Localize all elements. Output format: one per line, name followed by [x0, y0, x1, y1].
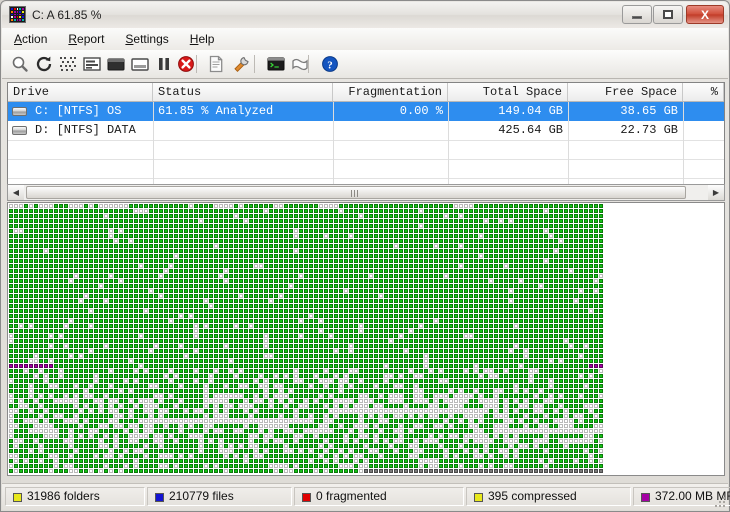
menu-item-label: eport [77, 32, 105, 46]
defragment-icon[interactable] [34, 54, 54, 74]
column-header-percent[interactable]: % [683, 83, 724, 101]
compact-icon[interactable] [130, 54, 150, 74]
status-panel-compressed-count: 395 compressed [466, 487, 631, 506]
legend-swatch-folders-count [13, 493, 22, 502]
column-divider [448, 102, 449, 193]
boot-scan-icon[interactable] [290, 54, 310, 74]
cluster-map[interactable] [9, 204, 604, 474]
minimize-button[interactable] [622, 5, 652, 24]
menu-bar: Action Report Settings Help [2, 28, 728, 51]
scrollbar-thumb[interactable] [26, 186, 686, 199]
column-divider [683, 102, 684, 193]
cell-percent [683, 102, 724, 121]
toolbar-separator [308, 55, 309, 73]
drive-list-hscrollbar[interactable]: ◀ ▶ [7, 184, 725, 201]
column-header-free[interactable]: Free Space [568, 83, 683, 101]
status-text-files-count: 210779 files [169, 489, 234, 503]
defrag-window: C: A 61.85 % X Action Report Settings Help … [0, 0, 730, 512]
report-icon[interactable] [206, 54, 226, 74]
close-icon: X [700, 7, 709, 22]
row-separator [8, 159, 724, 160]
drive-list[interactable]: Drive Status Fragmentation Total Space Free … [7, 82, 725, 194]
app-icon [9, 6, 26, 23]
legend-swatch-fragmented-count [302, 493, 311, 502]
window-title: C: A 61.85 % [32, 8, 102, 22]
drive-row[interactable]: D: [NTFS] DATA 425.64 GB 22.73 GB [8, 121, 724, 140]
stop-icon[interactable] [176, 54, 196, 74]
status-text-fragmented-count: 0 fragmented [316, 489, 387, 503]
maximize-button[interactable] [653, 5, 683, 24]
row-separator [8, 140, 724, 141]
menu-item-action[interactable]: Action [5, 28, 56, 50]
legend-swatch-compressed-count [474, 493, 483, 502]
status-panel-files-count: 210779 files [147, 487, 292, 506]
column-divider [568, 102, 569, 193]
menu-item-label: elp [198, 32, 215, 46]
svg-text:?: ? [327, 59, 333, 71]
cell-drive: C: [NTFS] OS [35, 104, 122, 118]
cluster-map-panel[interactable] [7, 202, 725, 476]
console-icon[interactable] [266, 54, 286, 74]
help-icon[interactable]: ? [320, 54, 340, 74]
toolbar-separator [254, 55, 255, 73]
cell-fragmentation: 0.00 % [399, 104, 443, 118]
column-header-total[interactable]: Total Space [448, 83, 568, 101]
column-divider [333, 102, 334, 193]
cell-total: 425.64 GB [498, 123, 563, 137]
cell-percent [683, 121, 724, 140]
cell-drive: D: [NTFS] DATA [35, 123, 136, 137]
column-header-drive[interactable]: Drive [8, 83, 153, 101]
quick-optimize-icon[interactable] [58, 54, 78, 74]
status-text-compressed-count: 395 compressed [488, 489, 577, 503]
hard-drive-icon [12, 107, 27, 116]
title-bar: C: A 61.85 % X [2, 2, 728, 29]
cell-free: 38.65 GB [620, 104, 678, 118]
column-header-status[interactable]: Status [153, 83, 333, 101]
toolbar: ? [2, 50, 728, 79]
toolbar-separator [196, 55, 197, 73]
cell-free: 22.73 GB [620, 123, 678, 137]
scroll-right-arrow-icon[interactable]: ▶ [708, 185, 724, 200]
menu-item-label: ction [22, 32, 48, 46]
drive-row[interactable]: C: [NTFS] OS 61.85 % Analyzed 0.00 % 149.04… [8, 102, 724, 121]
scrollbar-grip [351, 190, 361, 197]
mft-optimize-icon[interactable] [106, 54, 126, 74]
pause-icon[interactable] [154, 54, 174, 74]
drive-list-header: Drive Status Fragmentation Total Space Free … [8, 83, 724, 102]
settings-icon[interactable] [232, 54, 252, 74]
resize-grip[interactable] [715, 497, 726, 508]
status-text-folders-count: 31986 folders [27, 489, 100, 503]
status-panel-fragmented-count: 0 fragmented [294, 487, 464, 506]
column-header-fragmentation[interactable]: Fragmentation [333, 83, 448, 101]
close-button[interactable]: X [686, 5, 724, 24]
menu-item-report[interactable]: Report [59, 28, 113, 50]
legend-swatch-files-count [155, 493, 164, 502]
cell-status: 61.85 % Analyzed [158, 104, 274, 118]
cell-total: 149.04 GB [498, 104, 563, 118]
menu-mnemonic: R [68, 32, 78, 46]
status-panel-folders-count: 31986 folders [5, 487, 145, 506]
status-bar: 31986 folders 210779 files 0 fragmented 395… [2, 483, 730, 510]
column-divider [153, 102, 154, 193]
menu-mnemonic: A [14, 32, 23, 46]
hard-drive-icon [12, 126, 27, 135]
full-optimize-icon[interactable] [82, 54, 102, 74]
scroll-left-arrow-icon[interactable]: ◀ [8, 185, 24, 200]
menu-item-settings[interactable]: Settings [116, 28, 177, 50]
cell-status [153, 121, 333, 140]
analyze-icon[interactable] [10, 54, 30, 74]
cell-fragmentation [333, 121, 448, 140]
row-separator [8, 178, 724, 179]
legend-swatch-mft-size [641, 493, 650, 502]
menu-item-label: ettings [133, 32, 169, 46]
menu-item-help[interactable]: Help [181, 28, 224, 50]
